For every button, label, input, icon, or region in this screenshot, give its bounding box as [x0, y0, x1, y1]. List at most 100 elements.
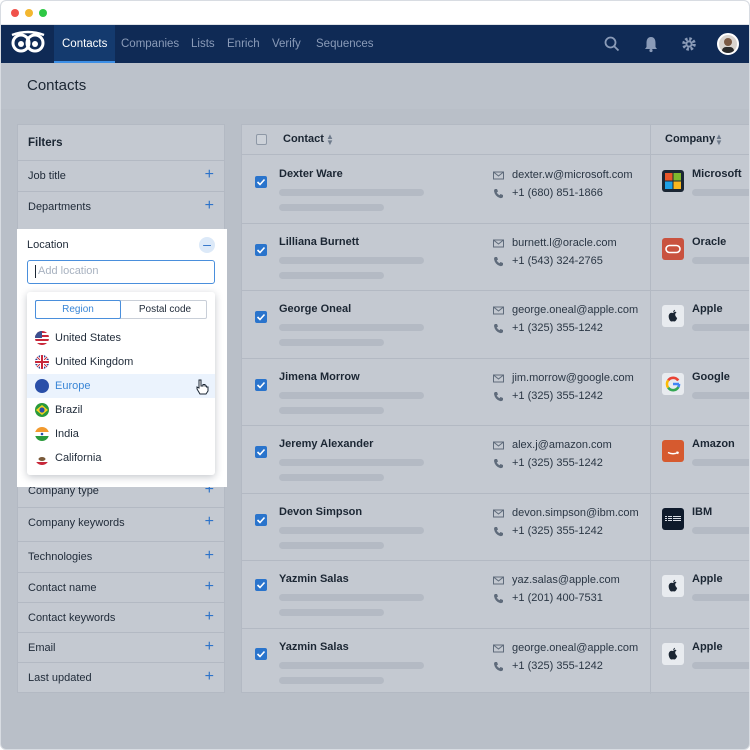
mail-icon	[493, 374, 504, 382]
row-checkbox[interactable]	[255, 311, 267, 323]
row-checkbox[interactable]	[255, 176, 267, 188]
filter-label: Departments	[28, 201, 91, 213]
location-option-india[interactable]: India	[27, 422, 215, 446]
plus-icon[interactable]: +	[205, 197, 214, 215]
filter-last-updated[interactable]: Last updated +	[18, 662, 224, 692]
gear-icon[interactable]	[680, 35, 698, 53]
plus-icon[interactable]: +	[205, 547, 214, 565]
location-option-brazil[interactable]: Brazil	[27, 398, 215, 422]
tab-region[interactable]: Region	[35, 300, 121, 319]
row-checkbox[interactable]	[255, 243, 267, 256]
contact-email[interactable]: devon.simpson@ibm.com	[512, 507, 639, 519]
minus-icon[interactable]: –	[199, 237, 215, 253]
contact-phone[interactable]: +1 (201) 400-7531	[512, 592, 603, 604]
location-option-europe[interactable]: Europe	[27, 374, 215, 398]
contact-phone[interactable]: +1 (325) 355-1242	[512, 457, 603, 469]
company-name[interactable]: Oracle	[692, 236, 726, 248]
placeholder-bar	[279, 324, 424, 331]
contact-email[interactable]: george.oneal@apple.com	[512, 642, 638, 654]
plus-icon[interactable]: +	[205, 578, 214, 596]
row-checkbox[interactable]	[255, 446, 267, 458]
search-icon[interactable]	[603, 35, 621, 53]
contact-phone[interactable]: +1 (680) 851-1866	[512, 187, 603, 199]
table-row[interactable]: Lilliana Burnett burnett.l@oracle.com +1…	[242, 224, 749, 291]
filter-technologies[interactable]: Technologies +	[18, 541, 224, 571]
plus-icon[interactable]: +	[205, 608, 214, 626]
table-row[interactable]: George Oneal george.oneal@apple.com +1 (…	[242, 291, 749, 359]
contact-name[interactable]: George Oneal	[279, 303, 351, 315]
plus-icon[interactable]: +	[205, 166, 214, 184]
contact-phone[interactable]: +1 (325) 355-1242	[512, 525, 603, 537]
filter-company-keywords[interactable]: Company keywords +	[18, 507, 224, 537]
table-row[interactable]: Jimena Morrow jim.morrow@google.com +1 (…	[242, 359, 749, 426]
select-all-checkbox[interactable]	[256, 134, 267, 145]
filter-contact-keywords[interactable]: Contact keywords +	[18, 602, 224, 632]
table-row[interactable]: Yazmin Salas yaz.salas@apple.com +1 (201…	[242, 561, 749, 629]
contact-name[interactable]: Jimena Morrow	[279, 371, 360, 383]
close-window-button[interactable]	[11, 9, 19, 17]
contact-name[interactable]: Yazmin Salas	[279, 573, 349, 585]
contact-phone[interactable]: +1 (325) 355-1242	[512, 322, 603, 334]
filter-contact-name[interactable]: Contact name +	[18, 572, 224, 602]
checkmark-icon	[256, 516, 266, 524]
maximize-window-button[interactable]	[39, 9, 47, 17]
location-option-california[interactable]: California	[27, 446, 215, 470]
filter-email[interactable]: Email +	[18, 632, 224, 662]
company-name[interactable]: Apple	[692, 641, 723, 653]
filter-job-title[interactable]: Job title +	[18, 160, 224, 190]
contact-phone[interactable]: +1 (325) 355-1242	[512, 660, 603, 672]
minimize-window-button[interactable]	[25, 9, 33, 17]
company-name[interactable]: Google	[692, 371, 730, 383]
contact-email[interactable]: yaz.salas@apple.com	[512, 574, 620, 586]
plus-icon[interactable]: +	[205, 668, 214, 686]
row-checkbox[interactable]	[255, 513, 267, 526]
column-header-contact[interactable]: Contact	[283, 133, 324, 145]
checkmark-icon	[256, 381, 266, 389]
user-avatar[interactable]	[717, 33, 739, 55]
sort-icon[interactable]: ▲ ▼	[715, 133, 723, 147]
contact-name[interactable]: Yazmin Salas	[279, 641, 349, 653]
company-name[interactable]: Apple	[692, 573, 723, 585]
plus-icon[interactable]: +	[205, 638, 214, 656]
location-input[interactable]: Add location	[27, 260, 215, 284]
location-option-united-kingdom[interactable]: United Kingdom	[27, 350, 215, 374]
contact-name[interactable]: Dexter Ware	[279, 168, 343, 180]
nav-enrich[interactable]: Enrich	[227, 25, 260, 63]
table-row[interactable]: Devon Simpson devon.simpson@ibm.com +1 (…	[242, 494, 749, 561]
app-window: Contacts Companies Lists Enrich Verify S…	[0, 0, 750, 750]
plus-icon[interactable]: +	[205, 513, 214, 531]
contact-email[interactable]: dexter.w@microsoft.com	[512, 169, 633, 181]
tab-postal-code[interactable]: Postal code	[122, 301, 208, 318]
nav-verify[interactable]: Verify	[272, 25, 301, 63]
app-logo[interactable]	[11, 30, 45, 58]
table-row[interactable]: Dexter Ware dexter.w@microsoft.com +1 (6…	[242, 156, 749, 224]
contact-name[interactable]: Devon Simpson	[279, 506, 362, 518]
company-name[interactable]: Microsoft	[692, 168, 742, 180]
nav-companies[interactable]: Companies	[121, 25, 179, 63]
table-row[interactable]: Yazmin Salas george.oneal@apple.com +1 (…	[242, 629, 749, 697]
contact-phone[interactable]: +1 (543) 324-2765	[512, 255, 603, 267]
location-option-united-states[interactable]: United States	[27, 326, 215, 350]
table-row[interactable]: Jeremy Alexander alex.j@amazon.com +1 (3…	[242, 426, 749, 494]
row-checkbox[interactable]	[255, 647, 267, 660]
column-header-company[interactable]: Company	[665, 133, 715, 145]
company-name[interactable]: Amazon	[692, 438, 735, 450]
company-name[interactable]: Apple	[692, 303, 723, 315]
contact-name[interactable]: Lilliana Burnett	[279, 236, 359, 248]
filter-departments[interactable]: Departments +	[18, 191, 224, 221]
bell-icon[interactable]	[642, 35, 660, 53]
contact-phone[interactable]: +1 (325) 355-1242	[512, 390, 603, 402]
nav-contacts[interactable]: Contacts	[54, 25, 116, 63]
placeholder-bar	[279, 339, 384, 346]
contact-email[interactable]: jim.morrow@google.com	[512, 372, 634, 384]
row-checkbox[interactable]	[255, 579, 267, 591]
contact-email[interactable]: george.oneal@apple.com	[512, 304, 638, 316]
contact-email[interactable]: burnett.l@oracle.com	[512, 237, 617, 249]
contact-email[interactable]: alex.j@amazon.com	[512, 439, 612, 451]
sort-icon[interactable]: ▲ ▼	[326, 133, 334, 147]
row-checkbox[interactable]	[255, 378, 267, 391]
company-name[interactable]: IBM	[692, 506, 712, 518]
nav-sequences[interactable]: Sequences	[316, 25, 374, 63]
contact-name[interactable]: Jeremy Alexander	[279, 438, 373, 450]
nav-lists[interactable]: Lists	[191, 25, 215, 63]
